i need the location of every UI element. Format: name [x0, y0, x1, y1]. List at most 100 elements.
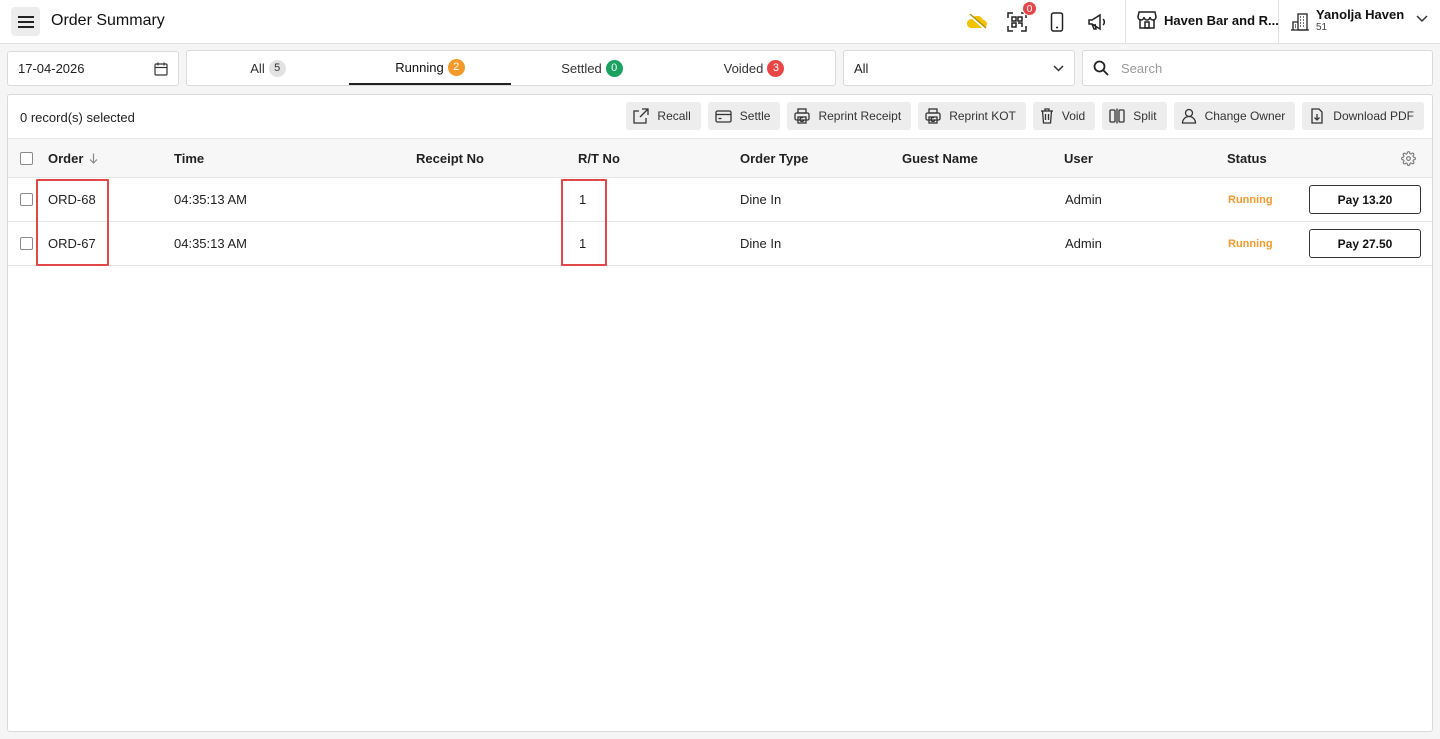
split-button[interactable]: Split	[1102, 102, 1167, 130]
table-row[interactable]: ORD-68 04:35:13 AM 1 Dine In Admin Runni…	[8, 178, 1432, 222]
tab-count-badge: 2	[447, 58, 465, 76]
search-input[interactable]	[1121, 60, 1421, 76]
tab-label: Voided	[723, 60, 764, 76]
outlet-name: Haven Bar and R...	[1164, 12, 1279, 28]
status-tabs: All 5 Running 2 Settled 0 Voided 3	[186, 50, 836, 86]
user-name: Admin	[1065, 236, 1102, 251]
scan-count-badge: 0	[1022, 1, 1037, 16]
reprint-kot-button[interactable]: Reprint KOT	[918, 102, 1026, 130]
sort-arrow-down-icon	[89, 153, 98, 164]
rt-no: 1	[579, 236, 587, 251]
chevron-down-icon	[1053, 64, 1064, 72]
status-badge: Running	[1228, 194, 1273, 206]
megaphone-icon	[1088, 13, 1106, 31]
tab-count-badge: 0	[605, 59, 623, 77]
hamburger-menu-button[interactable]	[11, 7, 40, 36]
hamburger-icon	[17, 15, 34, 28]
user-icon	[1181, 108, 1196, 124]
date-value: 17-04-2026	[18, 61, 85, 76]
order-id: ORD-67	[48, 236, 96, 251]
order-time: 04:35:13 AM	[174, 236, 247, 251]
download-pdf-label: Download PDF	[1333, 109, 1414, 123]
reprint-receipt-button[interactable]: Reprint Receipt	[787, 102, 912, 130]
split-icon	[1109, 108, 1125, 124]
tab-count-badge: 3	[767, 59, 785, 77]
order-type: Dine In	[740, 236, 782, 251]
header-divider	[1278, 0, 1279, 44]
announcement-button[interactable]	[1086, 11, 1108, 33]
reprint-receipt-label: Reprint Receipt	[818, 109, 902, 123]
chevron-down-icon[interactable]	[1416, 15, 1428, 23]
table-row[interactable]: ORD-67 04:35:13 AM 1 Dine In Admin Runni…	[8, 222, 1432, 266]
order-id: ORD-68	[48, 192, 96, 207]
order-type-select[interactable]: All	[843, 50, 1075, 86]
tab-voided[interactable]: Voided 3	[673, 51, 835, 85]
store-icon	[1137, 11, 1157, 29]
search-field	[1082, 50, 1433, 86]
mobile-device-icon	[1050, 12, 1064, 32]
void-label: Void	[1061, 109, 1086, 123]
building-icon	[1291, 13, 1309, 31]
pay-button[interactable]: Pay 27.50	[1309, 229, 1421, 258]
printer-icon	[925, 108, 941, 124]
tab-all[interactable]: All 5	[187, 51, 349, 85]
column-header-rt-no[interactable]: R/T No	[578, 151, 620, 166]
external-link-icon	[633, 108, 650, 124]
settle-button[interactable]: Settle	[707, 102, 781, 130]
outlet-selector[interactable]: Haven Bar and R...	[1137, 11, 1279, 29]
tab-count-badge: 5	[268, 59, 286, 77]
void-button[interactable]: Void	[1032, 102, 1096, 130]
tab-settled[interactable]: Settled 0	[511, 51, 673, 85]
recall-label: Recall	[657, 109, 691, 123]
table-header: Order Time Receipt No R/T No Order Type …	[8, 138, 1432, 178]
column-header-status[interactable]: Status	[1227, 151, 1267, 166]
account-name: Yanolja Haven	[1316, 7, 1405, 22]
pay-button[interactable]: Pay 13.20	[1309, 185, 1421, 214]
change-owner-label: Change Owner	[1204, 109, 1286, 123]
cloud-offline-button[interactable]	[966, 11, 988, 33]
orders-panel: 0 record(s) selected Recall Settle Repri…	[7, 94, 1433, 732]
account-id: 51	[1316, 22, 1328, 33]
row-checkbox[interactable]	[20, 237, 33, 250]
tab-label: Running	[395, 59, 444, 75]
split-label: Split	[1133, 109, 1157, 123]
settle-label: Settle	[739, 109, 771, 123]
action-toolbar: Recall Settle Reprint Receipt Reprint KO…	[626, 102, 1424, 130]
tab-label: Settled	[561, 60, 602, 76]
user-name: Admin	[1065, 192, 1102, 207]
trash-icon	[1040, 108, 1053, 124]
qr-scan-button[interactable]: 0	[1006, 1, 1037, 33]
column-header-order-type[interactable]: Order Type	[740, 151, 808, 166]
change-owner-button[interactable]: Change Owner	[1173, 102, 1296, 130]
download-pdf-button[interactable]: Download PDF	[1302, 102, 1424, 130]
page-title: Order Summary	[51, 12, 165, 29]
column-header-receipt-no[interactable]: Receipt No	[416, 151, 484, 166]
select-value: All	[854, 60, 869, 76]
selected-count: 0 record(s) selected	[20, 110, 135, 125]
tab-label: All	[250, 60, 265, 76]
column-header-guest-name[interactable]: Guest Name	[902, 151, 978, 166]
header-divider	[1125, 0, 1126, 44]
status-badge: Running	[1228, 238, 1273, 250]
qr-scan-icon	[1007, 12, 1027, 32]
row-checkbox[interactable]	[20, 193, 33, 206]
column-header-time[interactable]: Time	[174, 151, 204, 166]
reprint-kot-label: Reprint KOT	[949, 109, 1016, 123]
rt-no: 1	[579, 192, 587, 207]
order-time: 04:35:13 AM	[174, 192, 247, 207]
column-header-order[interactable]: Order	[48, 151, 98, 166]
download-icon	[1311, 108, 1323, 124]
printer-icon	[794, 108, 811, 124]
gear-icon[interactable]	[1401, 151, 1416, 166]
account-selector[interactable]: Yanolja Haven 51	[1290, 8, 1404, 34]
recall-button[interactable]: Recall	[626, 102, 701, 130]
card-icon	[715, 109, 732, 123]
date-picker[interactable]: 17-04-2026	[7, 51, 179, 86]
column-label: Order	[48, 151, 84, 166]
column-header-user[interactable]: User	[1064, 151, 1093, 166]
select-all-checkbox[interactable]	[20, 152, 33, 165]
search-icon	[1093, 60, 1109, 76]
tab-running[interactable]: Running 2	[349, 51, 511, 85]
device-button[interactable]	[1046, 11, 1068, 33]
top-bar: Order Summary 0 Haven Bar and R... Yanol…	[0, 0, 1440, 44]
